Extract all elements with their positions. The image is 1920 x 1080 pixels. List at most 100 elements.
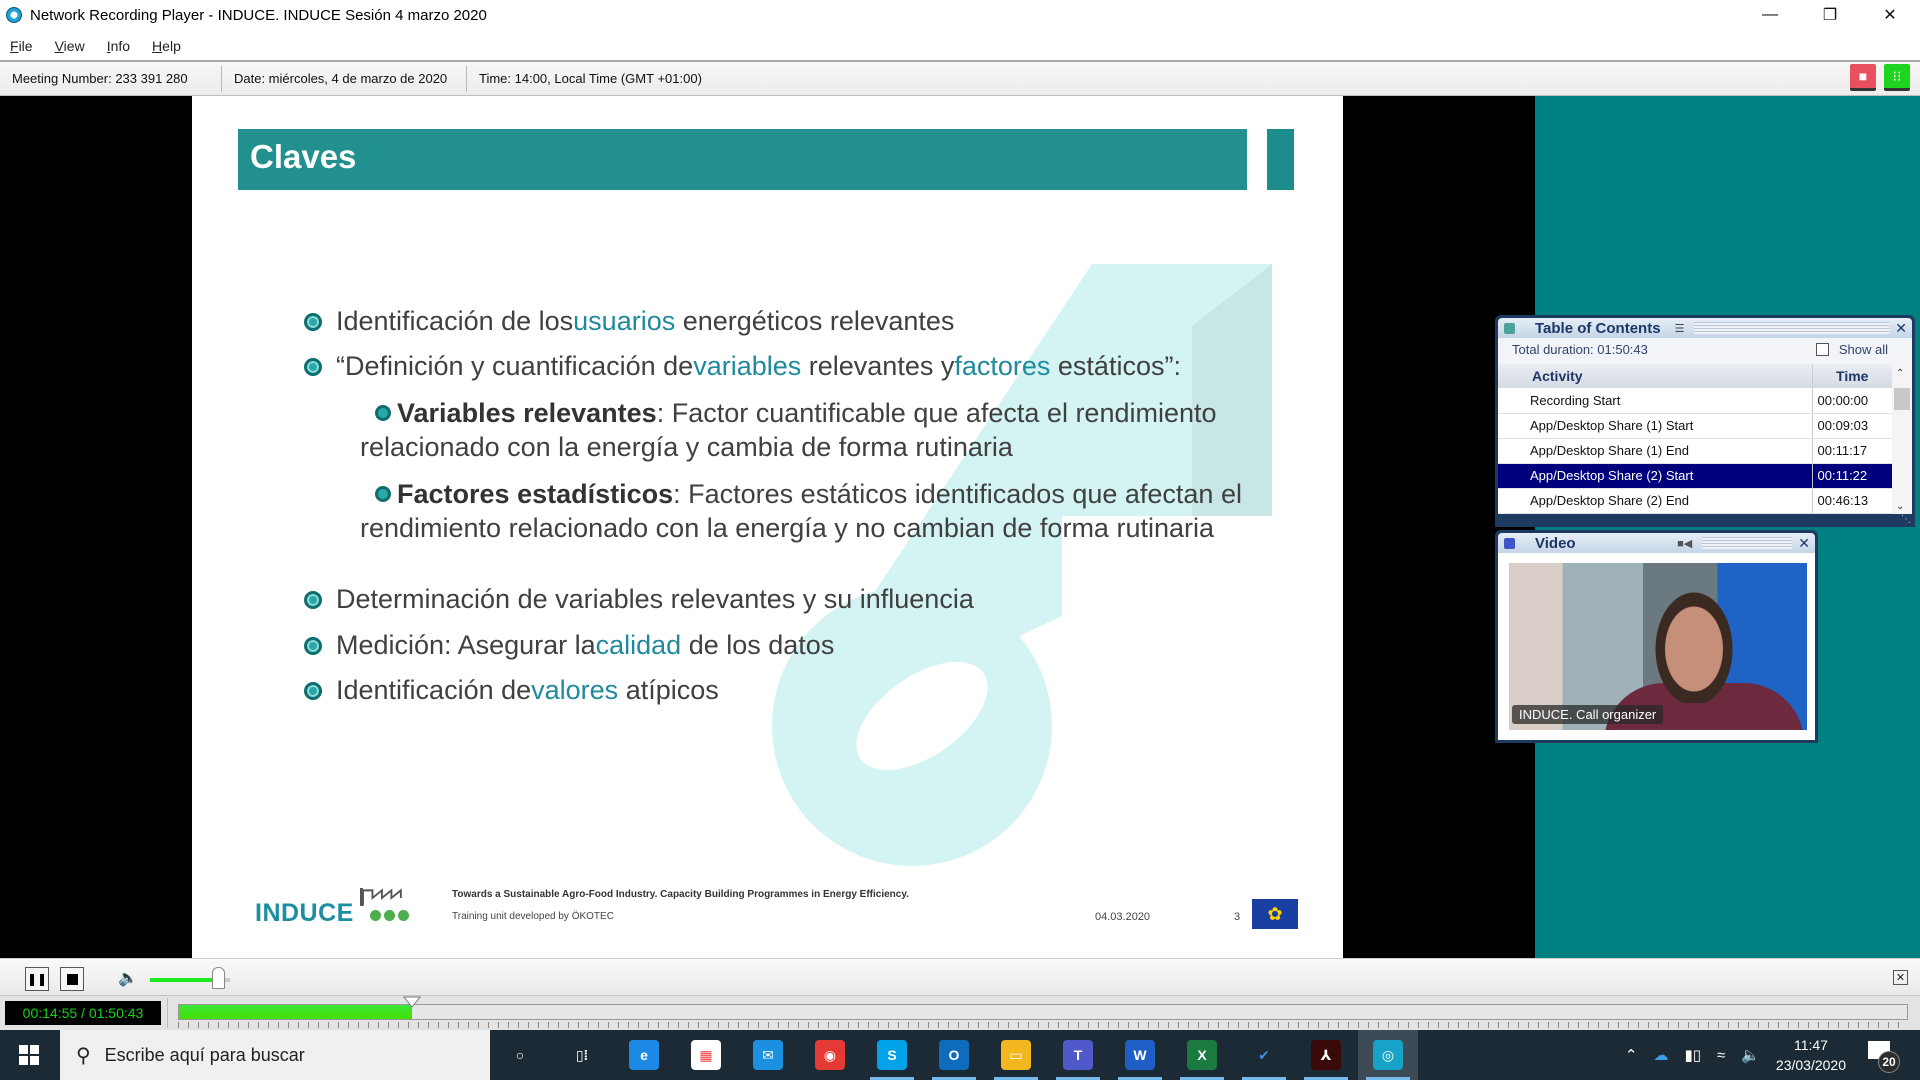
video-title-bar[interactable]: Video ■◀ ✕ [1498, 533, 1815, 553]
toc-close-icon[interactable]: ✕ [1895, 320, 1907, 337]
stop-icon [66, 973, 78, 985]
scroll-up-icon[interactable]: ⌃ [1896, 368, 1904, 379]
bullet-2: “Definición y cuantificación de variable… [304, 351, 1181, 382]
taskbar-app-todo[interactable]: ✔ [1234, 1030, 1294, 1080]
menu-file[interactable]: File [10, 38, 33, 54]
video-body: INDUCE. Call organizer [1498, 553, 1815, 740]
seek-handle[interactable] [402, 996, 421, 1008]
footer-credit: Training unit developed by ÖKOTEC [452, 911, 614, 922]
title-bar: Network Recording Player - INDUCE. INDUC… [0, 0, 1920, 30]
checkbox-icon[interactable] [1815, 343, 1829, 356]
volume-level [150, 978, 218, 982]
column-header-activity[interactable]: Activity [1498, 364, 1813, 388]
slide-title-tab [1267, 129, 1294, 190]
bullet-1: Identificación de los usuarios energétic… [304, 306, 954, 337]
taskbar-app-cortana[interactable]: ○ [490, 1030, 550, 1080]
windows-taskbar: ⚲ Escribe aquí para buscar ○ ▯⁞ e ▦ ✉ ◉ S O ▭ T W X… [0, 1030, 1920, 1080]
drag-grip[interactable] [1694, 322, 1890, 334]
volume-icon[interactable]: 🔈 [1741, 1046, 1760, 1064]
taskbar-search[interactable]: ⚲ Escribe aquí para buscar [60, 1030, 490, 1080]
close-icon: ✕ [1895, 972, 1906, 984]
scroll-down-icon[interactable]: ⌄ [1896, 501, 1904, 512]
menu-info[interactable]: Info [107, 38, 130, 54]
toc-row-selected[interactable]: App/Desktop Share (2) Start 00:11:22 [1498, 463, 1893, 489]
minimize-button[interactable]: — [1740, 0, 1800, 30]
panels-background [1535, 96, 1920, 958]
toc-row[interactable]: App/Desktop Share (1) Start 00:09:03 [1498, 413, 1893, 439]
menu-view[interactable]: View [55, 38, 85, 54]
footer-project-title: Towards a Sustainable Agro-Food Industry… [452, 889, 909, 900]
stop-button[interactable] [60, 967, 84, 991]
taskbar-app-teams[interactable]: T [1048, 1030, 1108, 1080]
show-hidden-icons[interactable]: ⌃ [1625, 1046, 1638, 1064]
acrobat-icon: ⅄ [1311, 1040, 1341, 1070]
taskbar-app-file-explorer[interactable]: ▭ [986, 1030, 1046, 1080]
toc-title-bar[interactable]: Table of Contents ☰ ✕ [1498, 318, 1912, 338]
speaker-image [1649, 583, 1739, 703]
column-header-time[interactable]: Time [1812, 364, 1893, 388]
toc-row[interactable]: App/Desktop Share (1) End 00:11:17 [1498, 438, 1893, 464]
close-button[interactable]: ✕ [1860, 0, 1920, 30]
meeting-time: Time: 14:00, Local Time (GMT +01:00) [479, 70, 702, 86]
chat-icon: ■ [1858, 68, 1868, 84]
restore-button[interactable]: ❐ [1800, 0, 1860, 30]
speaker-icon[interactable]: 🔈 [118, 968, 138, 988]
bullet-dot-icon [304, 590, 322, 609]
scroll-thumb[interactable] [1894, 388, 1910, 410]
time-display: 00:14:55 / 01:50:43 [5, 1001, 161, 1025]
participants-button[interactable]: ⁝⁝ [1884, 64, 1910, 91]
word-icon: W [1125, 1040, 1155, 1070]
menu-help[interactable]: Help [152, 38, 181, 54]
taskbar-app-word[interactable]: W [1110, 1030, 1170, 1080]
slide-title-bar [238, 129, 1247, 190]
action-center-button[interactable]: 20 [1868, 1041, 1900, 1073]
footer-date: 04.03.2020 [1095, 911, 1151, 923]
toc-scrollbar[interactable]: ⌃ ⌄ [1892, 364, 1912, 514]
taskbar-app-skype[interactable]: S [862, 1030, 922, 1080]
resize-grip-icon[interactable]: ⋱ [1901, 514, 1911, 525]
clock[interactable]: 11:47 23/03/2020 [1776, 1035, 1846, 1075]
bullet-dot-icon [304, 681, 322, 700]
search-placeholder: Escribe aquí para buscar [104, 1044, 305, 1065]
taskbar-app-task-view[interactable]: ▯⁞ [552, 1030, 612, 1080]
player-controls: ❚❚ 🔈 ✕ [0, 958, 1920, 996]
taskbar-app-excel[interactable]: X [1172, 1030, 1232, 1080]
taskbar-app-chrome[interactable]: ◉ [800, 1030, 860, 1080]
toc-body: Total duration: 01:50:43 Show all Activi… [1498, 338, 1912, 514]
taskbar-app-mail[interactable]: ✉ [738, 1030, 798, 1080]
bullet-dot-icon [304, 636, 322, 655]
video-camera-icon[interactable]: ■◀ [1677, 537, 1692, 550]
close-player-button[interactable]: ✕ [1893, 970, 1908, 985]
edge-icon: e [629, 1040, 659, 1070]
video-panel: Video ■◀ ✕ INDUCE. Call organizer [1495, 530, 1818, 743]
bullet-5: Identificación de valores atípicos [304, 675, 719, 706]
drag-grip[interactable] [1702, 537, 1793, 549]
seek-bar[interactable] [178, 1004, 1908, 1020]
pause-icon: ❚❚ [26, 972, 48, 986]
wifi-icon[interactable]: ≈ [1717, 1047, 1725, 1064]
windows-logo-icon [19, 1045, 39, 1065]
taskbar-app-store[interactable]: ▦ [676, 1030, 736, 1080]
toc-row[interactable]: App/Desktop Share (2) End 00:46:13 [1498, 488, 1893, 514]
skype-icon: S [877, 1040, 907, 1070]
start-button[interactable] [0, 1030, 58, 1080]
chat-button[interactable]: ■ [1850, 64, 1876, 91]
volume-thumb[interactable] [212, 967, 225, 989]
sub-bullet-variables: Variables relevantes: Factor cuantificab… [360, 398, 1217, 462]
taskbar-app-webex-player[interactable]: ◎ [1358, 1030, 1418, 1080]
slide-title: Claves [250, 138, 357, 175]
todo-icon: ✔ [1258, 1046, 1270, 1063]
taskbar-app-acrobat[interactable]: ⅄ [1296, 1030, 1356, 1080]
video-close-icon[interactable]: ✕ [1798, 535, 1810, 552]
slide-page-number: 3 [1234, 911, 1241, 923]
onedrive-icon[interactable]: ☁ [1653, 1046, 1668, 1064]
toc-options-icon[interactable]: ☰ [1675, 322, 1685, 335]
battery-icon[interactable]: ▮▯ [1684, 1046, 1701, 1064]
pause-button[interactable]: ❚❚ [25, 967, 49, 991]
taskbar-app-outlook[interactable]: O [924, 1030, 984, 1080]
toc-row[interactable]: Recording Start 00:00:00 [1498, 388, 1893, 414]
outlook-icon: O [939, 1040, 969, 1070]
clock-date: 23/03/2020 [1775, 1057, 1846, 1073]
taskbar-app-edge[interactable]: e [614, 1030, 674, 1080]
show-all-checkbox[interactable]: Show all [1815, 342, 1888, 357]
